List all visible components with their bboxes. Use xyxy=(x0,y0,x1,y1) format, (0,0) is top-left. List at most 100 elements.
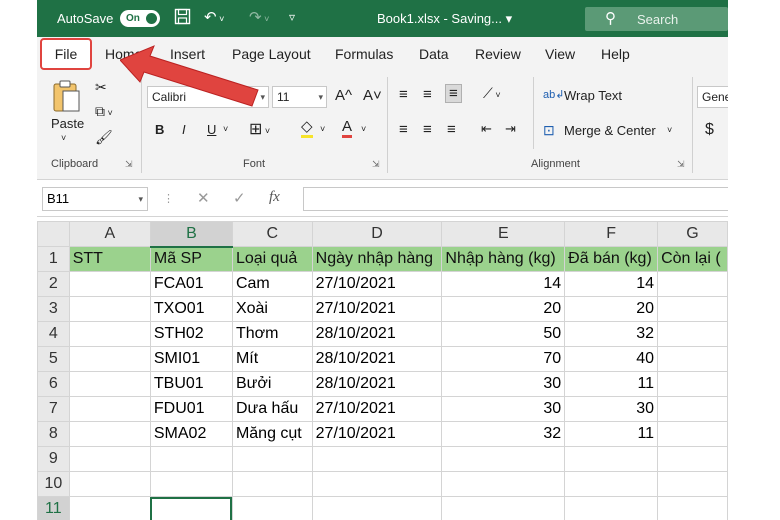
cell-a2[interactable] xyxy=(68,271,151,297)
cell-c10[interactable] xyxy=(231,471,313,497)
cell-f5[interactable]: 40 xyxy=(564,346,659,372)
cell-f11[interactable] xyxy=(564,496,659,520)
row-header[interactable]: 5 xyxy=(37,346,70,372)
cell-f8[interactable]: 11 xyxy=(564,421,659,447)
row-header[interactable]: 8 xyxy=(37,421,70,447)
tab-data[interactable]: Data xyxy=(419,46,449,62)
cell-a5[interactable] xyxy=(68,346,151,372)
row-header[interactable]: 10 xyxy=(37,471,70,497)
tab-review[interactable]: Review xyxy=(475,46,521,62)
tab-insert[interactable]: Insert xyxy=(170,46,205,62)
undo-icon[interactable]: ↶ ˅ xyxy=(204,8,224,26)
cell-a3[interactable] xyxy=(68,296,151,322)
cell-b2[interactable]: FCA01 xyxy=(149,271,233,297)
cell-e10[interactable] xyxy=(441,471,566,497)
cell-c4[interactable]: Thơm xyxy=(231,321,313,347)
number-format-combo[interactable]: Gene xyxy=(697,86,728,108)
enter-icon[interactable]: ✓ xyxy=(233,189,246,207)
customize-qat-icon[interactable]: ▿ xyxy=(289,10,295,24)
font-name-combo[interactable]: Calibri ▾ xyxy=(147,86,269,108)
merge-center-label[interactable]: Merge & Center xyxy=(564,123,656,138)
cell-b6[interactable]: TBU01 xyxy=(149,371,233,397)
underline-dropdown-icon[interactable]: ˅ xyxy=(223,124,228,134)
row-header[interactable]: 2 xyxy=(37,271,70,297)
cell-d3[interactable]: 27/10/2021 xyxy=(311,296,443,322)
cell-e2[interactable]: 14 xyxy=(441,271,566,297)
paste-label[interactable]: Paste xyxy=(51,116,84,131)
wrap-text-label[interactable]: Wrap Text xyxy=(564,88,622,103)
font-color-dropdown-icon[interactable]: ˅ xyxy=(361,124,366,134)
tab-page-layout[interactable]: Page Layout xyxy=(232,46,311,62)
row-header[interactable]: 6 xyxy=(37,371,70,397)
underline-button[interactable]: U xyxy=(207,122,216,137)
cell-c3[interactable]: Xoài xyxy=(231,296,313,322)
cut-icon[interactable]: ✂ xyxy=(95,79,107,96)
cell-c5[interactable]: Mít xyxy=(231,346,313,372)
column-header[interactable]: E xyxy=(441,221,566,247)
cell-c6[interactable]: Bưởi xyxy=(231,371,313,397)
cell-e6[interactable]: 30 xyxy=(441,371,566,397)
column-header[interactable]: B xyxy=(149,221,233,248)
cell-a1[interactable]: STT xyxy=(68,246,151,272)
autosave-toggle[interactable]: On xyxy=(120,10,160,27)
insert-function-icon[interactable]: fx xyxy=(269,189,280,206)
cell-b7[interactable]: FDU01 xyxy=(149,396,233,422)
cell-b10[interactable] xyxy=(149,471,233,497)
column-header[interactable]: A xyxy=(68,221,151,247)
cell-b3[interactable]: TXO01 xyxy=(149,296,233,322)
cell-c7[interactable]: Dưa hấu xyxy=(231,396,313,422)
cell-g7[interactable] xyxy=(657,396,728,422)
row-header[interactable]: 1 xyxy=(37,246,70,272)
font-color-icon[interactable]: A xyxy=(342,118,353,138)
cell-f10[interactable] xyxy=(564,471,659,497)
cell-b9[interactable] xyxy=(149,446,233,472)
cell-g2[interactable] xyxy=(657,271,728,297)
fill-color-icon[interactable]: ◇ xyxy=(301,119,313,138)
cell-d7[interactable]: 27/10/2021 xyxy=(311,396,443,422)
cell-g3[interactable] xyxy=(657,296,728,322)
tab-home[interactable]: Home xyxy=(105,46,142,62)
cell-e4[interactable]: 50 xyxy=(441,321,566,347)
align-bottom-icon[interactable]: ≡ xyxy=(445,84,462,103)
cell-f1[interactable]: Đã bán (kg) xyxy=(564,246,659,272)
column-header[interactable]: G xyxy=(657,221,728,247)
cell-a6[interactable] xyxy=(68,371,151,397)
shrink-font-button[interactable]: A˅ xyxy=(363,87,382,104)
cell-f6[interactable]: 11 xyxy=(564,371,659,397)
italic-button[interactable]: I xyxy=(182,122,186,137)
cell-d2[interactable]: 27/10/2021 xyxy=(311,271,443,297)
formula-input[interactable] xyxy=(303,187,728,211)
currency-button[interactable]: $ xyxy=(705,121,714,139)
cell-g10[interactable] xyxy=(657,471,728,497)
cell-a8[interactable] xyxy=(68,421,151,447)
cell-g1[interactable]: Còn lại ( xyxy=(657,246,728,272)
cell-d6[interactable]: 28/10/2021 xyxy=(311,371,443,397)
cell-g8[interactable] xyxy=(657,421,728,447)
cell-d4[interactable]: 28/10/2021 xyxy=(311,321,443,347)
cell-e9[interactable] xyxy=(441,446,566,472)
cell-b8[interactable]: SMA02 xyxy=(149,421,233,447)
align-right-icon[interactable]: ≡ xyxy=(447,121,456,138)
wrap-text-icon[interactable]: ab↲ xyxy=(543,88,564,101)
tab-formulas[interactable]: Formulas xyxy=(335,46,393,62)
font-size-combo[interactable]: 11 ▾ xyxy=(272,86,327,108)
row-header[interactable]: 3 xyxy=(37,296,70,322)
font-launcher-icon[interactable]: ⇲ xyxy=(372,159,380,170)
redo-icon[interactable]: ↷ ˅ xyxy=(249,8,269,26)
cell-e5[interactable]: 70 xyxy=(441,346,566,372)
cell-d11[interactable] xyxy=(311,496,443,520)
row-header[interactable]: 11 xyxy=(37,496,70,520)
cell-f3[interactable]: 20 xyxy=(564,296,659,322)
align-middle-icon[interactable]: ≡ xyxy=(423,86,432,103)
column-header[interactable]: D xyxy=(311,221,443,247)
cell-c11[interactable] xyxy=(231,496,313,520)
row-header[interactable]: 7 xyxy=(37,396,70,422)
cell-d10[interactable] xyxy=(311,471,443,497)
cell-b5[interactable]: SMI01 xyxy=(149,346,233,372)
document-title[interactable]: Book1.xlsx - Saving... ▾ xyxy=(377,11,512,27)
cell-f2[interactable]: 14 xyxy=(564,271,659,297)
borders-icon[interactable]: ⊞ ˅ xyxy=(249,119,270,139)
cell-g11[interactable] xyxy=(657,496,728,520)
name-box[interactable]: B11 ▾ xyxy=(42,187,148,211)
select-all-corner[interactable] xyxy=(37,221,70,247)
